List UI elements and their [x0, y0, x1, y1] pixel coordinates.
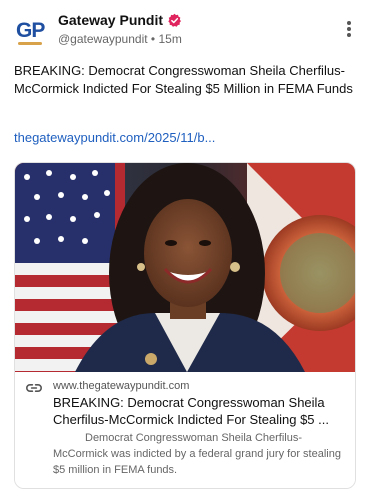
- meta-separator: •: [150, 32, 156, 46]
- avatar-swoosh: [18, 42, 42, 45]
- post-text: BREAKING: Democrat Congresswoman Sheila …: [14, 63, 353, 96]
- card-title[interactable]: BREAKING: Democrat Congresswoman Sheila …: [53, 394, 351, 428]
- author-name[interactable]: Gateway Pundit: [58, 12, 163, 28]
- link-preview-card[interactable]: www.thegatewaypundit.com BREAKING: Democ…: [14, 162, 356, 489]
- verified-badge-icon: [168, 13, 181, 27]
- card-description: Democrat Congresswoman Sheila Cherfilus-…: [53, 432, 341, 476]
- card-image[interactable]: [15, 163, 356, 372]
- author-handle[interactable]: @gatewaypundit: [58, 32, 148, 46]
- post-header: GP Gateway Pundit @gatewaypundit • 15m: [0, 0, 370, 60]
- author-row: Gateway Pundit: [58, 12, 182, 28]
- post-link[interactable]: thegatewaypundit.com/2025/11/b...: [14, 130, 215, 145]
- post-meta: @gatewaypundit • 15m: [58, 32, 182, 46]
- avatar[interactable]: GP: [13, 15, 49, 51]
- card-body[interactable]: www.thegatewaypundit.com BREAKING: Democ…: [15, 373, 355, 488]
- card-domain: www.thegatewaypundit.com: [53, 380, 190, 392]
- more-vertical-icon[interactable]: [346, 21, 352, 39]
- avatar-initials: GP: [16, 19, 45, 42]
- link-icon: [26, 383, 42, 392]
- post-time[interactable]: 15m: [158, 32, 181, 46]
